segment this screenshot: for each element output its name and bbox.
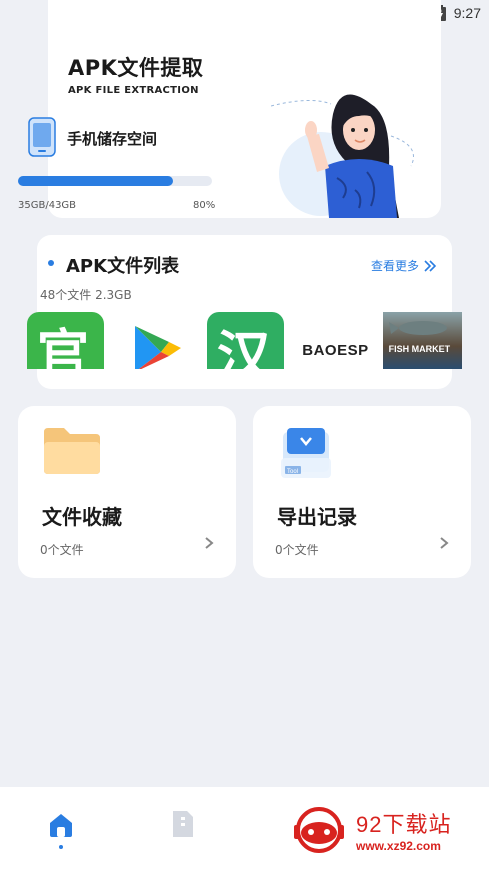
home-icon[interactable] (47, 811, 75, 839)
app-icon-baoesp-glyph: BAOESP (302, 342, 369, 359)
exports-title: 导出记录 (277, 505, 357, 529)
phone-storage-icon (28, 117, 56, 157)
app-icon-han-glyph: 汉 (216, 325, 271, 369)
watermark: 92下载站 www.xz92.com (278, 795, 484, 865)
chevron-right-icon (205, 537, 214, 549)
file-icon[interactable] (170, 809, 196, 839)
play-store-icon (135, 326, 182, 369)
app-icon-guan-glyph: 官 (37, 325, 90, 369)
view-more-label: 查看更多 (370, 259, 419, 273)
storage-percent-text: 80% (193, 200, 216, 211)
double-chevron-right-icon (424, 259, 437, 272)
export-box-badge: Tool (287, 469, 298, 475)
watermark-logo-icon (294, 807, 344, 853)
view-more-link[interactable]: 查看更多 (371, 257, 437, 274)
storage-progress-bar (18, 176, 212, 186)
apk-icon-row: 官 汉 BAOESP FISH MARKET (27, 312, 462, 369)
app-icon-play-store[interactable] (129, 312, 189, 369)
folder-icon (44, 428, 100, 474)
hero-illustration (271, 94, 414, 218)
exports-count: 0个文件 (275, 543, 319, 557)
section-dot (48, 260, 54, 266)
favorites-card[interactable]: 文件收藏 0个文件 (18, 406, 236, 578)
exports-card[interactable]: Tool 导出记录 0个文件 (253, 406, 471, 578)
chevron-right-icon (440, 537, 449, 549)
app-icon-fish-market-glyph: FISH MARKET (388, 344, 451, 354)
app-icon-han[interactable]: 汉 (206, 312, 285, 369)
apk-list-title: APK文件列表 (66, 256, 180, 277)
status-time: 9:27 (453, 5, 481, 21)
favorites-title: 文件收藏 (42, 505, 122, 529)
app-icon-baoesp[interactable]: BAOESP (300, 312, 379, 369)
active-nav-indicator (59, 845, 63, 849)
fish-icon (388, 321, 447, 335)
watermark-name: 92下载站 (356, 812, 452, 837)
watermark-text: 92下载站 www.xz92.com (356, 807, 451, 853)
favorites-count: 0个文件 (40, 543, 84, 557)
watermark-url: www.xz92.com (356, 839, 441, 853)
storage-progress-fill (18, 176, 174, 186)
export-box-icon: Tool (281, 428, 331, 478)
app-icon-guan[interactable]: 官 (27, 312, 105, 369)
storage-used-text: 35GB/43GB (18, 200, 77, 211)
hero-subtitle: APK FILE EXTRACTION (68, 85, 199, 96)
apk-list-meta: 48个文件 2.3GB (40, 288, 132, 302)
app-icon-fish-market[interactable]: FISH MARKET (382, 312, 462, 369)
storage-label: 手机储存空间 (67, 130, 158, 148)
hero-title: APK文件提取 (68, 56, 204, 80)
apk-list-card[interactable]: APK文件列表 查看更多 48个文件 2.3GB 官 汉 BAOESP FISH… (27, 235, 462, 389)
